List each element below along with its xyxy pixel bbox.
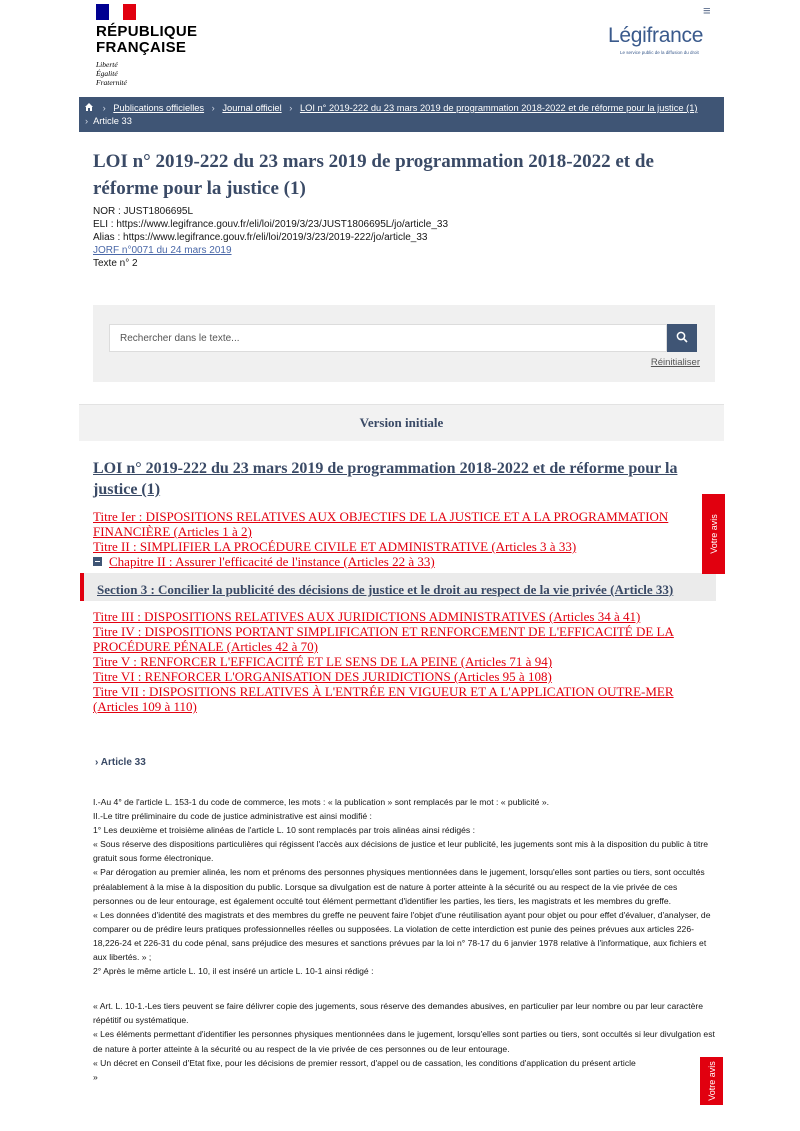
breadcrumb-separator: › — [289, 103, 293, 113]
toc-titre-5[interactable]: Titre V : RENFORCER L'EFFICACITÉ ET LE S… — [93, 654, 713, 669]
article-paragraph: « Les éléments permettant d'identifier l… — [93, 1029, 715, 1054]
breadcrumb-current: Article 33 — [93, 116, 132, 126]
breadcrumb-publications-link[interactable]: Publications officielles — [113, 103, 204, 113]
motto: Liberté Égalité Fraternité — [96, 60, 127, 87]
feedback-tab-bottom[interactable]: Votre avis — [700, 1057, 723, 1105]
breadcrumb-journal-link[interactable]: Journal officiel — [222, 103, 281, 113]
article-paragraph: « Les données d'identité des magistrats … — [93, 909, 711, 963]
site-header: RÉPUBLIQUE FRANÇAISE Liberté Égalité Fra… — [0, 0, 800, 96]
motto-liberte: Liberté — [96, 60, 118, 69]
feedback-tab-label: Votre avis — [708, 514, 719, 554]
motto-fraternite: Fraternité — [96, 78, 127, 87]
toc-section-3-current[interactable]: Section 3 : Concilier la publicité des d… — [80, 573, 716, 601]
motto-egalite: Égalité — [96, 69, 118, 78]
article-paragraph: I.-Au 4° de l'article L. 153-1 du code d… — [93, 797, 550, 807]
breadcrumb: › Publications officielles › Journal off… — [79, 97, 724, 132]
breadcrumb-law-link[interactable]: LOI n° 2019-222 du 23 mars 2019 de progr… — [300, 103, 698, 113]
alias-line: Alias : https://www.legifrance.gouv.fr/e… — [93, 232, 428, 243]
reset-link[interactable]: Réinitialiser — [651, 357, 700, 368]
search-panel: Rechercher dans le texte... Réinitialise… — [93, 305, 715, 382]
article-paragraph: « Par dérogation au premier alinéa, les … — [93, 867, 705, 906]
texte-number: Texte n° 2 — [93, 258, 138, 269]
brand-subtitle: Le service public de la diffusion du dro… — [620, 50, 699, 55]
version-tab[interactable]: Version initiale — [79, 404, 724, 441]
search-input[interactable]: Rechercher dans le texte... — [109, 324, 667, 352]
toc-titre-3[interactable]: Titre III : DISPOSITIONS RELATIVES AUX J… — [93, 609, 713, 624]
republic-line1: RÉPUBLIQUE — [96, 23, 198, 40]
article-heading[interactable]: › Article 33 — [95, 757, 146, 768]
legifrance-logo[interactable]: Légifrance — [608, 24, 703, 48]
breadcrumb-separator: › — [211, 103, 215, 113]
republic-line2: FRANÇAISE — [96, 39, 187, 56]
article-label: Article 33 — [100, 757, 146, 768]
toc-titre-6[interactable]: Titre VI : RENFORCER L'ORGANISATION DES … — [93, 669, 713, 684]
republique-francaise-logo[interactable]: RÉPUBLIQUE FRANÇAISE — [96, 24, 197, 56]
chevron-right-icon: › — [95, 757, 99, 768]
eli-line: ELI : https://www.legifrance.gouv.fr/eli… — [93, 219, 449, 230]
law-metadata: NOR : JUST1806695L ELI : https://www.leg… — [93, 205, 448, 270]
article-paragraph: « Sous réserve des dispositions particul… — [93, 839, 708, 864]
collapse-icon[interactable] — [93, 557, 102, 566]
search-button[interactable] — [667, 324, 697, 352]
article-paragraph: II.-Le titre préliminaire du code de jus… — [93, 811, 372, 822]
marianne-flag-logo — [96, 4, 136, 20]
breadcrumb-separator: › — [102, 103, 106, 113]
toc-chapitre-2[interactable]: Chapitre II : Assurer l'efficacité de l'… — [109, 554, 435, 569]
hamburger-menu-icon[interactable]: ≡ — [703, 3, 711, 18]
toc-chapitre-2-row: Chapitre II : Assurer l'efficacité de l'… — [93, 554, 713, 569]
table-of-contents: Titre Ier : DISPOSITIONS RELATIVES AUX O… — [80, 509, 716, 714]
article-paragraph: « Un décret en Conseil d'Etat fixe, pour… — [93, 1057, 636, 1068]
toc-titre-4[interactable]: Titre IV : DISPOSITIONS PORTANT SIMPLIFI… — [93, 624, 713, 654]
search-icon — [676, 331, 688, 343]
article-paragraph: » — [93, 1071, 98, 1082]
nor-line: NOR : JUST1806695L — [93, 206, 194, 217]
article-paragraph: 2° Après le même article L. 10, il est i… — [93, 966, 374, 977]
breadcrumb-separator: › — [85, 116, 89, 126]
page-title: LOI n° 2019-222 du 23 mars 2019 de progr… — [93, 151, 654, 199]
jorf-link[interactable]: JORF n°0071 du 24 mars 2019 — [93, 244, 448, 257]
toc-titre-1[interactable]: Titre Ier : DISPOSITIONS RELATIVES AUX O… — [93, 509, 713, 539]
article-body: I.-Au 4° de l'article L. 153-1 du code d… — [93, 795, 715, 1084]
feedback-tab[interactable]: Votre avis — [702, 494, 725, 574]
toc-titre-2[interactable]: Titre II : SIMPLIFIER LA PROCÉDURE CIVIL… — [93, 539, 713, 554]
feedback-tab-label: Votre avis — [706, 1061, 717, 1101]
home-icon[interactable] — [85, 102, 95, 115]
toc-titre-7[interactable]: Titre VII : DISPOSITIONS RELATIVES À L'E… — [93, 684, 713, 714]
article-paragraph: « Art. L. 10-1.-Les tiers peuvent se fai… — [93, 1001, 703, 1026]
toc-law-title-link[interactable]: LOI n° 2019-222 du 23 mars 2019 de progr… — [93, 458, 713, 500]
article-paragraph: 1° Les deuxième et troisième alinéas de … — [93, 825, 475, 836]
